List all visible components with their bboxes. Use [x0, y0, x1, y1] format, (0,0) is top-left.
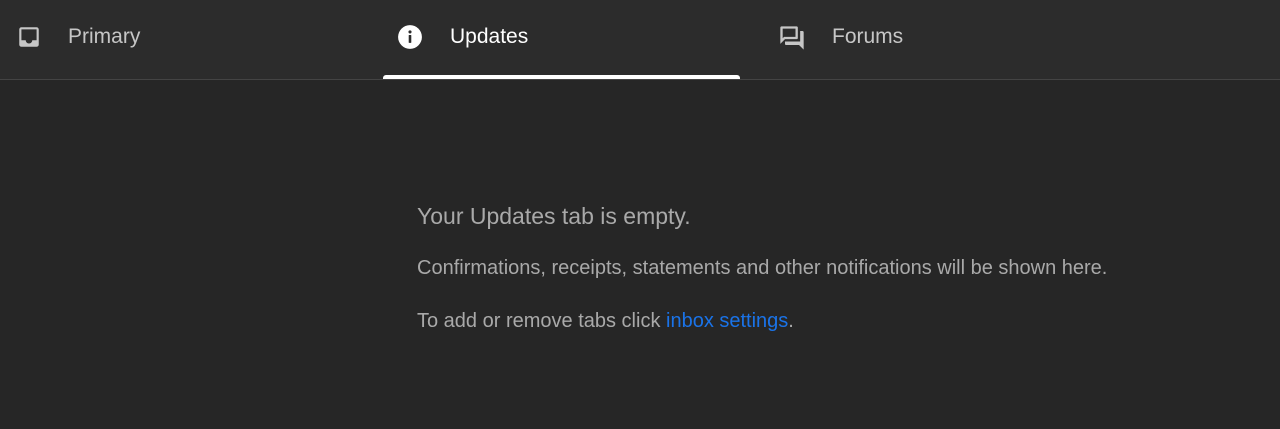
active-tab-indicator — [383, 75, 740, 79]
empty-state-hint: To add or remove tabs click inbox settin… — [417, 307, 1237, 335]
tab-updates-label: Updates — [450, 25, 529, 48]
hint-suffix: . — [788, 310, 794, 332]
category-tab-bar: Primary Updates Forums — [0, 0, 1280, 80]
tab-forums[interactable]: Forums — [740, 0, 1123, 79]
tab-forums-label: Forums — [832, 25, 904, 48]
tab-primary[interactable]: Primary — [0, 0, 383, 79]
empty-state: Your Updates tab is empty. Confirmations… — [417, 200, 1237, 335]
tab-primary-label: Primary — [68, 25, 141, 48]
forum-icon — [778, 24, 804, 50]
empty-state-description: Confirmations, receipts, statements and … — [417, 257, 1108, 279]
inbox-icon — [16, 24, 42, 50]
info-icon — [397, 24, 423, 50]
tab-updates[interactable]: Updates — [383, 0, 740, 79]
hint-prefix: To add or remove tabs click — [417, 310, 666, 332]
empty-state-title: Your Updates tab is empty. — [417, 203, 691, 229]
inbox-settings-link[interactable]: inbox settings — [666, 310, 788, 332]
